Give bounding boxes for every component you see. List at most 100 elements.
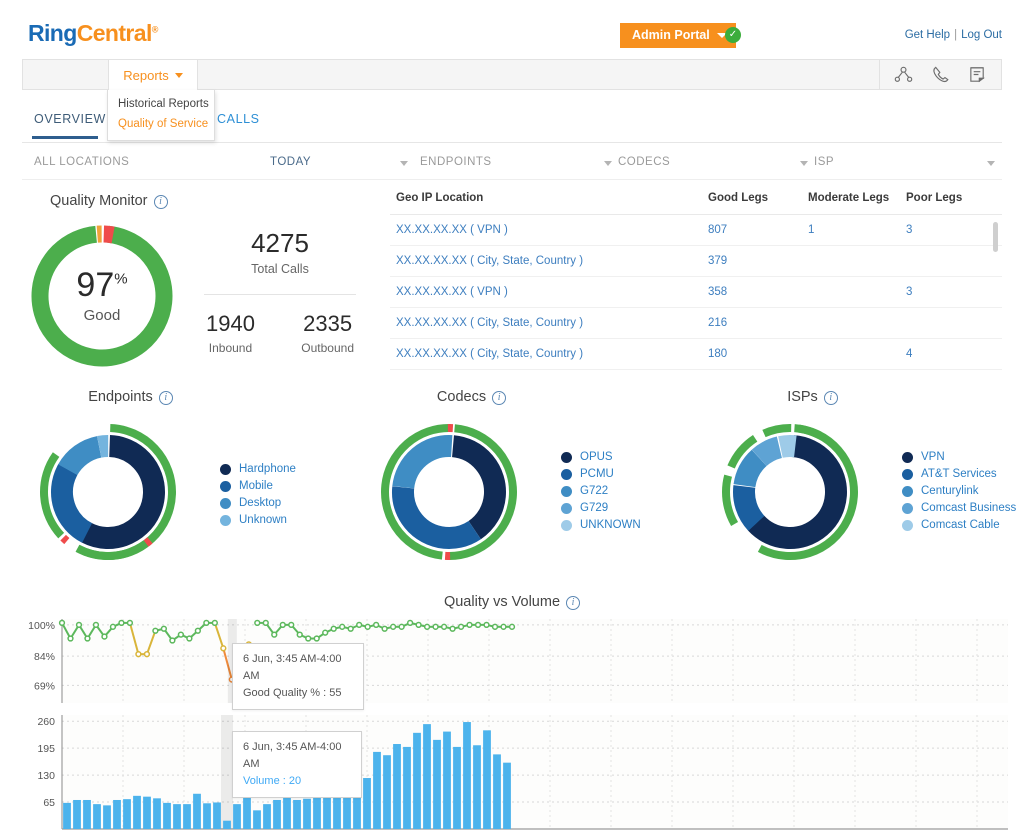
menu-item-quality-of-service[interactable]: Quality of Service (108, 114, 214, 134)
cell-location[interactable]: XX.XX.XX.XX ( City, State, Country ) (390, 348, 708, 360)
volume-tooltip-metric: Volume : 20 (243, 775, 302, 787)
cell-good-legs[interactable]: 216 (708, 317, 808, 329)
legend-label: G722 (580, 485, 609, 497)
info-icon[interactable]: i (566, 596, 581, 610)
legend-label: UNKNOWN (580, 519, 641, 531)
report-icon[interactable] (968, 65, 987, 84)
endpoints-legend: Hardphone Mobile Desktop Unknown (220, 461, 296, 529)
inbound-value: 1940 (206, 311, 255, 336)
filter-isp[interactable]: ISP (814, 156, 834, 168)
info-icon[interactable]: i (492, 391, 507, 405)
admin-portal-label: Admin Portal (632, 28, 710, 42)
quality-monitor-title: Quality Monitor i (50, 193, 168, 209)
endpoints-donut-chart (28, 417, 188, 572)
stats-divider (204, 294, 356, 295)
cell-moderate-legs[interactable]: 1 (808, 224, 906, 236)
codecs-panel: Codecs i OPUS PCMU G722 G729 UNKNOWN (341, 389, 682, 574)
legend-item: Comcast Business (902, 500, 1016, 517)
org-chart-icon[interactable] (894, 66, 913, 83)
isps-title-label: ISPs (787, 389, 818, 405)
quality-percent-value: 97 (76, 266, 115, 304)
cell-location[interactable]: XX.XX.XX.XX ( VPN ) (390, 286, 708, 298)
legend-label: VPN (921, 451, 945, 463)
outbound-stat: 2335 Outbound (301, 311, 354, 355)
cell-good-legs[interactable]: 358 (708, 286, 808, 298)
legend-label: Hardphone (239, 463, 296, 475)
cell-poor-legs[interactable]: 3 (906, 224, 996, 236)
log-out-link[interactable]: Log Out (961, 29, 1002, 41)
cell-good-legs[interactable]: 180 (708, 348, 808, 360)
cell-poor-legs[interactable]: 4 (906, 348, 996, 360)
tab-calls[interactable]: CALLS (217, 112, 260, 126)
table-row[interactable]: XX.XX.XX.XX ( City, State, Country ) 216 (390, 308, 1002, 339)
table-row[interactable]: XX.XX.XX.XX ( VPN ) 807 1 3 (390, 215, 1002, 246)
nav-reports-label: Reports (123, 68, 169, 83)
legend-color-swatch (902, 486, 913, 497)
phone-icon[interactable] (931, 65, 950, 84)
filter-codecs[interactable]: CODECS (618, 156, 670, 168)
quality-tooltip-time: 6 Jun, 3:45 AM-4:00 AM (243, 653, 342, 682)
cell-moderate-legs[interactable] (808, 317, 906, 329)
legend-item: Comcast Cable (902, 517, 1016, 534)
isps-title: ISPs i (682, 389, 1023, 405)
main-navbar: Reports (22, 59, 1002, 91)
svg-text:84%: 84% (34, 651, 55, 663)
cell-poor-legs[interactable] (906, 255, 996, 267)
table-scrollbar[interactable] (993, 222, 998, 252)
get-help-link[interactable]: Get Help (905, 29, 950, 41)
endpoints-title: Endpoints i (0, 389, 341, 405)
legend-item: UNKNOWN (561, 517, 641, 534)
quality-label: Good (83, 307, 121, 324)
chevron-down-icon[interactable] (400, 161, 408, 166)
chevron-down-icon[interactable] (800, 161, 808, 166)
quality-vs-volume-charts: 100% 84% 69% 260 195 130 65 (0, 615, 1024, 833)
legend-item: G729 (561, 500, 641, 517)
cell-poor-legs[interactable] (906, 317, 996, 329)
table-row[interactable]: XX.XX.XX.XX ( VPN ) 358 3 (390, 277, 1002, 308)
isps-donut-chart (710, 417, 870, 572)
codecs-title: Codecs i (341, 389, 682, 405)
quality-monitor-center: 97% Good (22, 222, 182, 370)
cell-location[interactable]: XX.XX.XX.XX ( City, State, Country ) (390, 255, 708, 267)
cell-moderate-legs[interactable] (808, 286, 906, 298)
legend-item: PCMU (561, 466, 641, 483)
legend-color-swatch (902, 469, 913, 480)
table-row[interactable]: XX.XX.XX.XX ( City, State, Country ) 180… (390, 339, 1002, 370)
tab-active-underline (32, 136, 98, 139)
legend-color-swatch (902, 520, 913, 531)
cell-location[interactable]: XX.XX.XX.XX ( City, State, Country ) (390, 317, 708, 329)
link-separator: | (954, 29, 958, 41)
quality-monitor-label: Quality Monitor (50, 193, 148, 209)
chevron-down-icon[interactable] (604, 161, 612, 166)
info-icon[interactable]: i (823, 391, 838, 405)
cell-good-legs[interactable]: 807 (708, 224, 808, 236)
legend-color-swatch (902, 452, 913, 463)
legend-label: PCMU (580, 468, 614, 480)
cell-moderate-legs[interactable] (808, 348, 906, 360)
filter-today[interactable]: TODAY (270, 156, 311, 168)
legend-color-swatch (902, 503, 913, 514)
endpoints-title-label: Endpoints (88, 389, 153, 405)
cell-poor-legs[interactable]: 3 (906, 286, 996, 298)
legend-label: AT&T Services (921, 468, 997, 480)
table-row[interactable]: XX.XX.XX.XX ( City, State, Country ) 379 (390, 246, 1002, 277)
menu-item-historical-reports[interactable]: Historical Reports (108, 94, 214, 114)
info-icon[interactable]: i (153, 195, 168, 209)
nav-reports-tab[interactable]: Reports (108, 60, 198, 91)
cell-good-legs[interactable]: 379 (708, 255, 808, 267)
cell-moderate-legs[interactable] (808, 255, 906, 267)
column-header-moderate-legs: Moderate Legs (808, 192, 890, 204)
column-header-location: Geo IP Location (396, 192, 484, 204)
legend-label: Centurylink (921, 485, 979, 497)
chevron-down-icon (174, 73, 183, 78)
total-calls-value: 4275 (251, 228, 309, 258)
filter-endpoints[interactable]: ENDPOINTS (420, 156, 492, 168)
cell-location[interactable]: XX.XX.XX.XX ( VPN ) (390, 224, 708, 236)
filter-all-locations[interactable]: ALL LOCATIONS (34, 156, 129, 168)
admin-portal-button[interactable]: Admin Portal (620, 23, 736, 48)
chevron-down-icon[interactable] (987, 161, 995, 166)
qv-svg-canvas: 100% 84% 69% 260 195 130 65 (28, 619, 1008, 830)
info-icon[interactable]: i (158, 391, 173, 405)
tab-overview[interactable]: OVERVIEW (32, 112, 106, 139)
legend-label: Mobile (239, 480, 273, 492)
